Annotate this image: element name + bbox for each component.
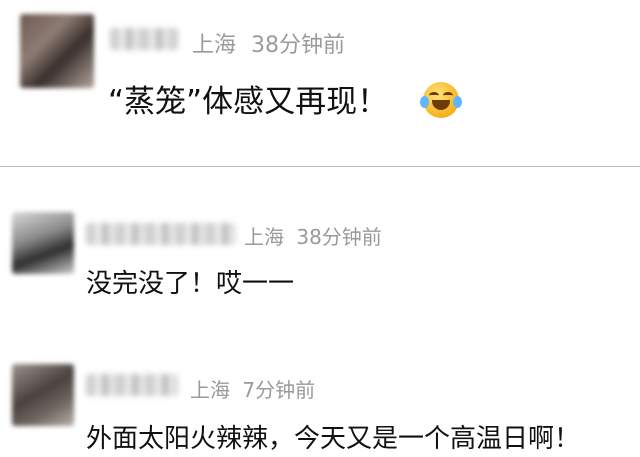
comment-item: 上海 38分钟前 “蒸笼”体感又再现！ xyxy=(0,0,640,166)
comment-location: 上海 xyxy=(192,33,237,58)
comment-time: 38分钟前 xyxy=(251,33,346,58)
comment-location: 上海 xyxy=(244,225,284,249)
avatar[interactable] xyxy=(12,364,74,426)
comment-location: 上海 xyxy=(190,378,230,402)
username-blurred[interactable] xyxy=(86,374,178,396)
comment-item: 上海 38分钟前 没完没了！哎一一 xyxy=(0,167,640,342)
comment-meta: 上海 38分钟前 xyxy=(192,27,345,59)
comment-time: 7分钟前 xyxy=(242,378,316,402)
avatar[interactable] xyxy=(20,14,94,88)
comment-time: 38分钟前 xyxy=(296,225,382,249)
username-blurred[interactable] xyxy=(110,28,178,50)
comment-item: 上海 7分钟前 外面太阳火辣辣，今天又是一个高温日啊！ xyxy=(0,342,640,457)
avatar[interactable] xyxy=(12,212,74,274)
comment-text: 没完没了！哎一一 xyxy=(86,269,295,299)
laughing-crying-emoji-icon xyxy=(420,82,462,118)
comment-meta: 上海 38分钟前 xyxy=(244,221,382,250)
username-blurred[interactable] xyxy=(86,223,236,245)
comment-text: 外面太阳火辣辣，今天又是一个高温日啊！ xyxy=(86,424,581,454)
comment-text: “蒸笼”体感又再现！ xyxy=(108,84,389,120)
comment-meta: 上海 7分钟前 xyxy=(190,374,315,403)
